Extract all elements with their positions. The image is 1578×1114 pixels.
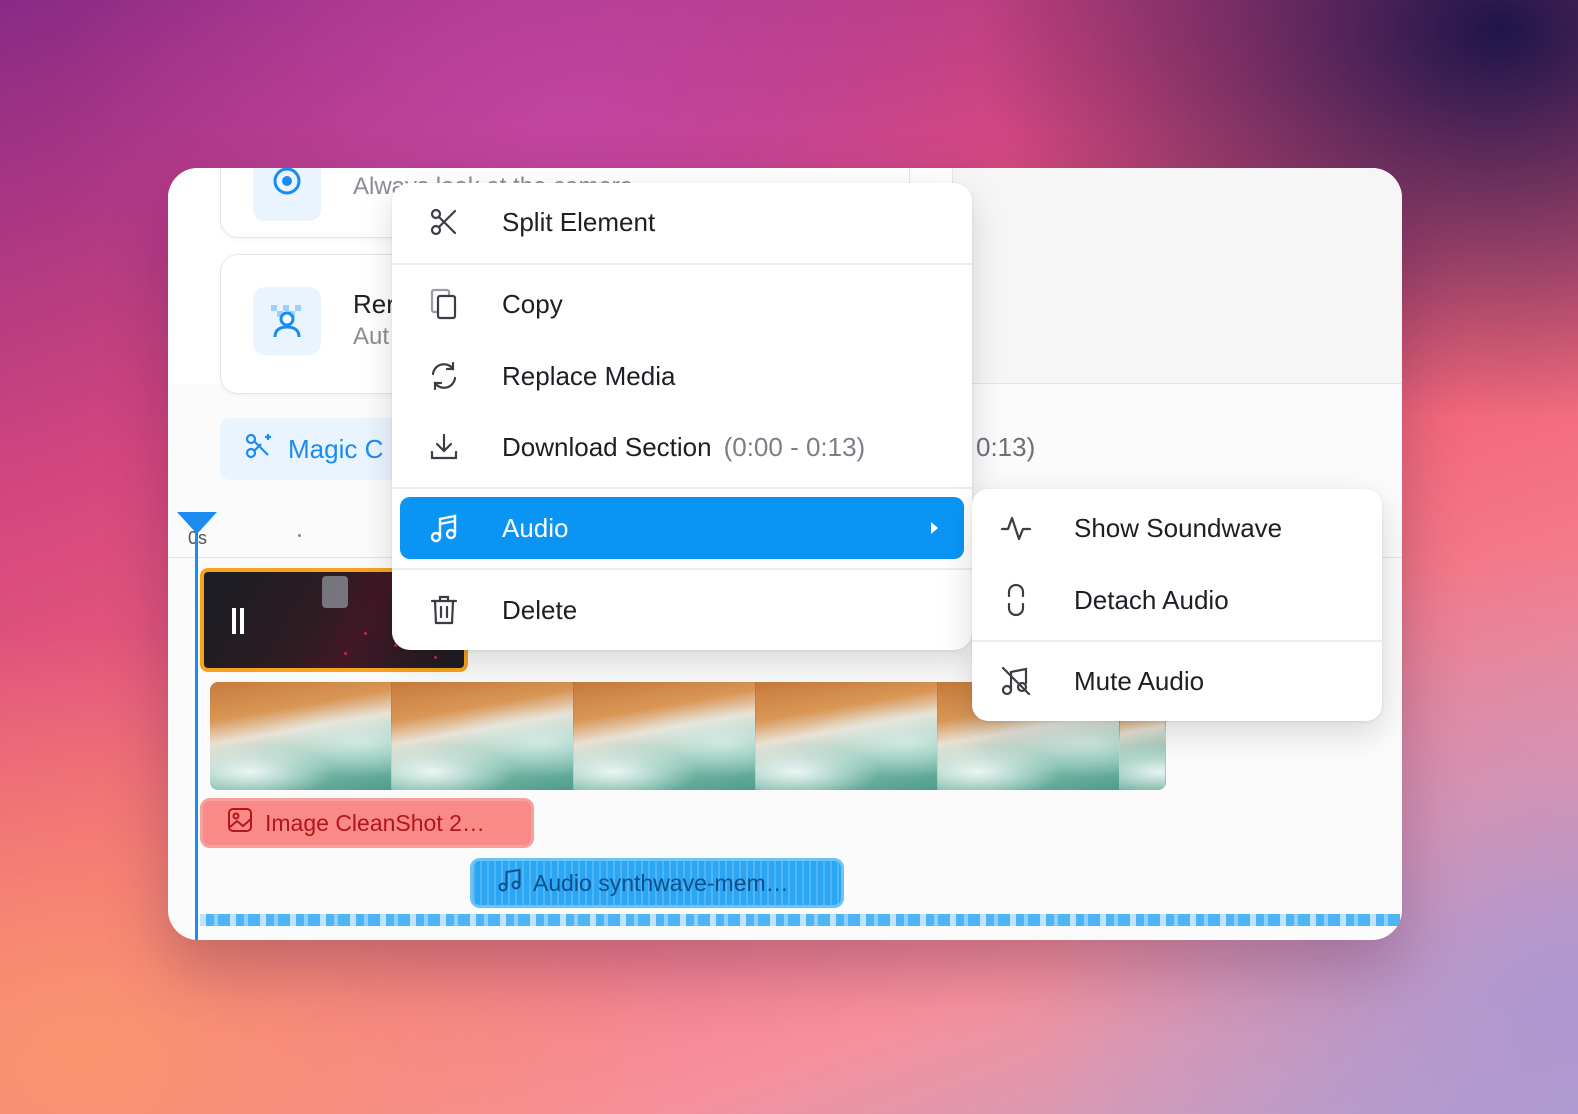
submenu-item-mute-audio[interactable]: Mute Audio <box>972 650 1382 712</box>
soundwave-icon <box>996 508 1036 548</box>
magic-cut-label: Magic C <box>288 433 384 464</box>
clip-frame <box>756 682 938 790</box>
submenu-item-label: Detach Audio <box>1074 584 1229 615</box>
person-remove-bg-icon <box>253 287 321 355</box>
detach-icon <box>996 580 1036 620</box>
mute-music-icon <box>996 661 1036 701</box>
trash-icon <box>424 590 464 630</box>
menu-item-label: Audio <box>502 512 569 543</box>
download-range-hint: (0:00 - 0:13) <box>723 431 866 462</box>
clip-thumbnail-figure <box>322 576 348 608</box>
menu-item-delete[interactable]: Delete <box>400 579 964 641</box>
audio-submenu: Show Soundwave Detach Audio Mute Audio <box>972 489 1382 721</box>
submenu-item-label: Show Soundwave <box>1074 512 1283 543</box>
magic-scissors-icon <box>244 431 274 468</box>
music-note-icon <box>424 508 464 548</box>
remove-background-subtitle: Aut <box>353 323 390 350</box>
menu-item-label: Split Element <box>502 206 656 237</box>
menu-item-label: Copy <box>502 288 563 319</box>
audio-clip[interactable]: Audio synthwave-mem… <box>470 858 844 908</box>
context-menu: Split Element Copy Replace Media Downloa… <box>392 183 972 650</box>
submenu-item-detach-audio[interactable]: Detach Audio <box>972 569 1382 631</box>
playhead-line[interactable] <box>195 518 198 940</box>
scissors-icon <box>424 202 464 242</box>
clip-frame <box>392 682 574 790</box>
menu-divider <box>392 263 972 265</box>
menu-item-replace-media[interactable]: Replace Media <box>400 345 964 407</box>
image-clip-label: Image CleanShot 2… <box>265 809 485 836</box>
image-icon <box>227 807 253 839</box>
image-clip[interactable]: Image CleanShot 2… <box>200 798 534 848</box>
menu-item-copy[interactable]: Copy <box>400 273 964 335</box>
playhead-handle[interactable] <box>177 512 217 534</box>
menu-item-label: Delete <box>502 594 578 625</box>
menu-divider <box>392 568 972 570</box>
refresh-icon <box>424 356 464 396</box>
download-icon <box>424 427 464 467</box>
clip-frame <box>210 682 392 790</box>
audio-waveform-track[interactable] <box>200 914 1400 926</box>
submenu-item-show-soundwave[interactable]: Show Soundwave <box>972 497 1382 559</box>
menu-divider <box>972 640 1382 642</box>
ruler-tick <box>298 534 301 537</box>
eye-icon <box>253 168 321 221</box>
submenu-arrow-icon <box>931 522 938 534</box>
time-range-label: 0:13) <box>976 432 1036 462</box>
submenu-item-label: Mute Audio <box>1074 665 1205 696</box>
music-note-icon <box>497 867 523 899</box>
clip-frame <box>574 682 756 790</box>
audio-clip-label: Audio synthwave-mem… <box>533 869 789 896</box>
menu-item-label: Replace Media <box>502 360 676 391</box>
pause-icon[interactable] <box>232 608 244 634</box>
menu-item-audio[interactable]: Audio <box>400 497 964 559</box>
menu-item-label: Download Section <box>502 431 712 462</box>
menu-item-download-section[interactable]: Download Section (0:00 - 0:13) <box>400 416 964 478</box>
copy-icon <box>424 284 464 324</box>
menu-divider <box>392 487 972 489</box>
menu-item-split-element[interactable]: Split Element <box>400 191 964 253</box>
remove-background-title: Rer <box>353 289 395 319</box>
